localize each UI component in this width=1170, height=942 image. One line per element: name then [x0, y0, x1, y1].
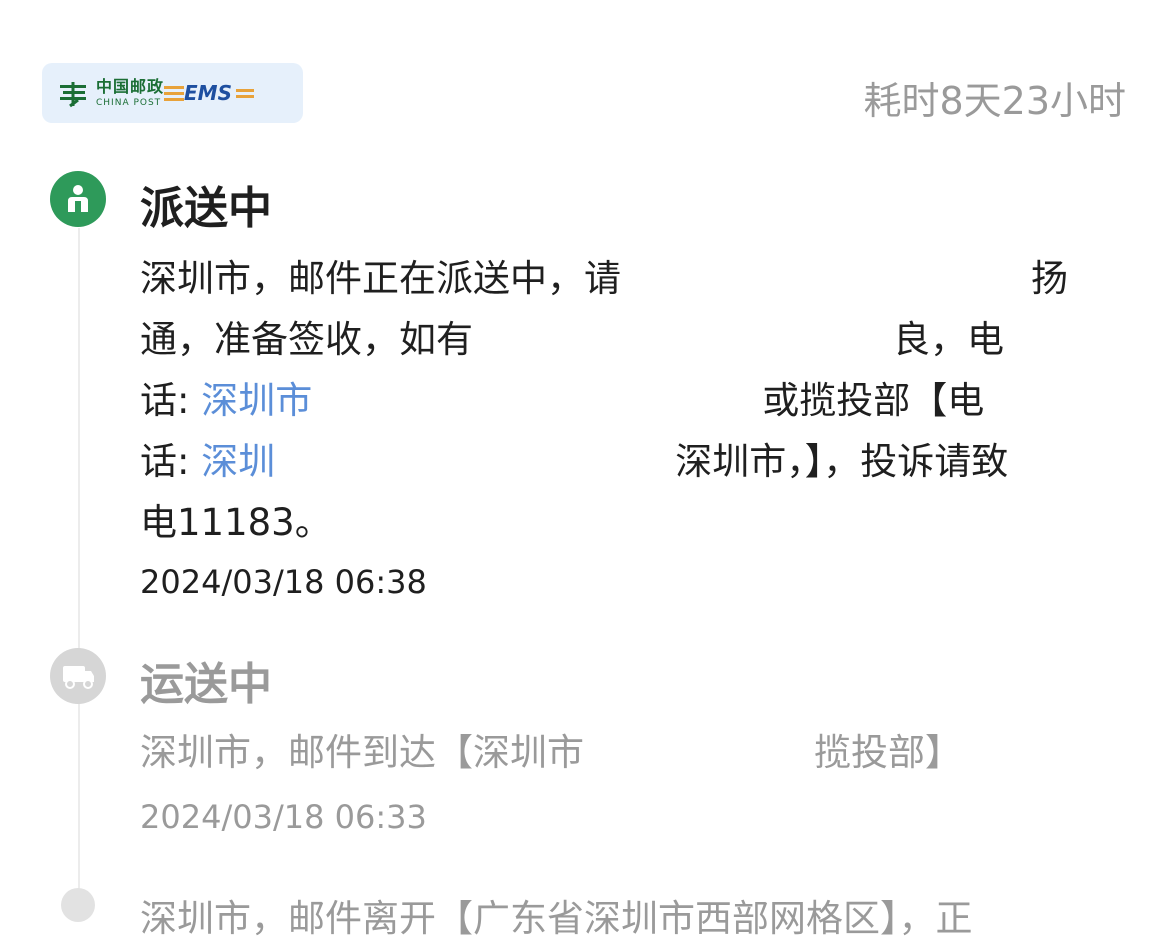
- detail-line: 话: 深圳 深圳市，】，投诉请致: [140, 431, 1125, 492]
- step-detail: 深圳市，邮件正在派送中，请扬 通，准备签收，如有 良，电 话: 深圳市 或揽投部【电…: [140, 248, 1125, 553]
- detail-line: 话: 深圳市 或揽投部【电: [140, 370, 1125, 431]
- detail-line: 深圳市，邮件正在派送中，请扬: [140, 248, 1125, 309]
- timeline-node-icon: [61, 888, 95, 922]
- step-detail: 深圳市，邮件到达【深圳市 揽投部】: [140, 722, 1125, 783]
- phone-link[interactable]: 深圳市: [201, 379, 312, 422]
- step-status-title: 派送中: [140, 183, 272, 234]
- ems-logo: EMS: [164, 81, 254, 105]
- carrier-name-cn: 中国邮政: [96, 76, 165, 96]
- carrier-badge: 中国邮政 CHINA POST EMS: [42, 63, 303, 123]
- step-timestamp: 2024/03/18 06:38: [140, 563, 427, 601]
- detail-line: 通，准备签收，如有 良，电: [140, 309, 1125, 370]
- timeline-line: [78, 228, 80, 908]
- phone-link[interactable]: 深圳: [201, 440, 275, 483]
- step-status-title: 运送中: [140, 659, 272, 710]
- detail-line: 电11183。: [140, 501, 332, 544]
- carrier-name-en: CHINA POST: [96, 97, 162, 108]
- china-post-logo-icon: [60, 82, 86, 108]
- courier-icon: [50, 171, 106, 227]
- truck-icon: [50, 648, 106, 704]
- step-detail: 深圳市，邮件离开【广东省深圳市西部网格区】，正: [140, 897, 973, 940]
- step-timestamp: 2024/03/18 06:33: [140, 798, 427, 836]
- transit-duration: 耗时8天23小时: [863, 79, 1126, 123]
